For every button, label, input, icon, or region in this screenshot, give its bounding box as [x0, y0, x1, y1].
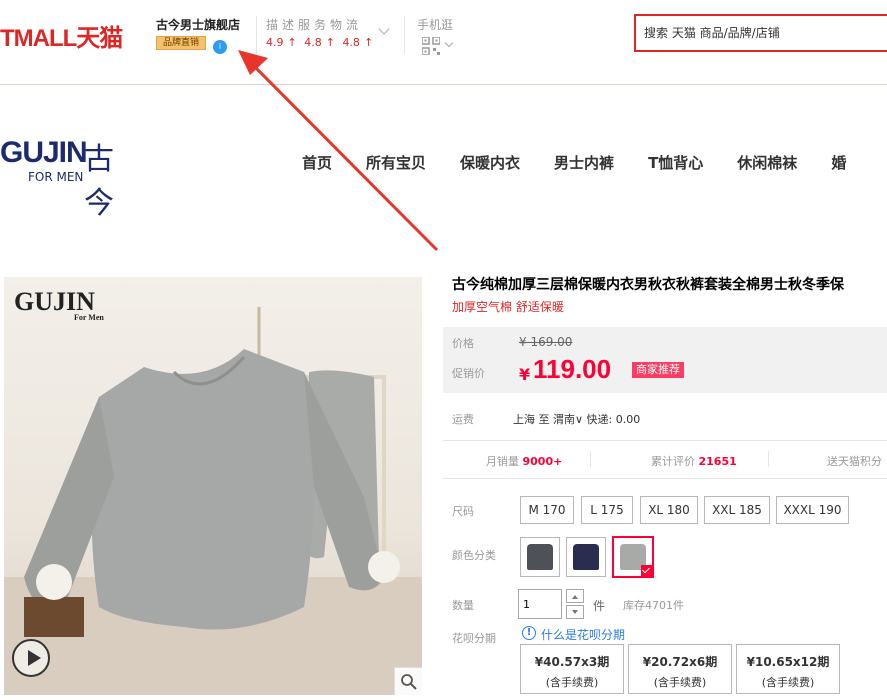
- divider: [404, 16, 405, 54]
- nav-item-tshirts[interactable]: T恤背心: [648, 152, 703, 173]
- divider: [590, 451, 591, 467]
- nav-item-thermal-underwear[interactable]: 保暖内衣: [460, 152, 520, 173]
- original-price: ¥ 169.00: [519, 335, 573, 349]
- mobile-browse-label[interactable]: 手机逛: [417, 16, 453, 33]
- zoom-button[interactable]: [394, 667, 422, 695]
- size-option[interactable]: L 175: [581, 496, 633, 524]
- nav-item-more[interactable]: 婚: [831, 152, 846, 173]
- nav-item-home[interactable]: 首页: [302, 152, 332, 173]
- plan-fee: (含手续费): [545, 676, 599, 689]
- color-swatch: [527, 544, 553, 570]
- color-option-charcoal[interactable]: [520, 537, 560, 577]
- store-info-icon[interactable]: i: [213, 40, 227, 54]
- up-arrow-icon: ↑: [363, 36, 374, 49]
- info-icon[interactable]: !: [522, 626, 536, 640]
- search-box[interactable]: [634, 14, 887, 52]
- search-input[interactable]: [636, 16, 887, 50]
- color-option-gray-selected[interactable]: [612, 536, 654, 578]
- promo-tag: 商家推荐: [632, 362, 684, 378]
- size-option[interactable]: XL 180: [640, 496, 698, 524]
- play-video-icon[interactable]: [12, 639, 50, 677]
- rating-values: 4.9 ↑ 4.8 ↑ 4.8 ↑: [266, 36, 377, 49]
- image-logo-text: GUJIN: [14, 287, 95, 316]
- store-name[interactable]: 古今男士旗舰店: [156, 16, 240, 33]
- plan-amount: ¥10.65x12期: [746, 655, 830, 669]
- size-option[interactable]: M 170: [520, 496, 574, 524]
- rating-service: 4.8: [304, 36, 322, 49]
- divider: [443, 440, 887, 441]
- search-icon: [401, 674, 417, 690]
- plan-amount: ¥40.57x3期: [534, 655, 610, 669]
- product-subtitle: 加厚空气棉 舒适保暖: [452, 300, 564, 314]
- up-arrow-icon: ↑: [287, 36, 297, 49]
- quantity-unit: 件: [593, 599, 606, 613]
- thermal-shirt-illustration: [4, 307, 422, 695]
- installment-help-link[interactable]: 什么是花呗分期: [541, 626, 625, 643]
- divider: [256, 16, 257, 54]
- original-price-label: 价格: [452, 337, 474, 350]
- rating-description: 4.9: [266, 36, 284, 49]
- monthly-sales-label: 月销量: [486, 455, 519, 468]
- tmall-points: 送天猫积分: [827, 453, 882, 469]
- store-nav: 首页 所有宝贝 保暖内衣 男士内裤 T恤背心 休闲棉袜 婚: [302, 152, 846, 173]
- rating-labels: 描述服务物流: [266, 18, 363, 32]
- monthly-sales-value: 9000+: [522, 455, 563, 468]
- rating-logistics: 4.8: [342, 36, 360, 49]
- points-label: 送天猫积分: [827, 455, 882, 468]
- color-swatch: [573, 544, 599, 570]
- shipping-info[interactable]: 上海 至 渭南∨ 快递: 0.00: [513, 411, 640, 427]
- product-main-image[interactable]: GUJIN For Men: [4, 277, 422, 695]
- qr-code-icon[interactable]: [422, 37, 440, 55]
- check-icon: [641, 565, 652, 576]
- monthly-sales: 月销量 9000+: [486, 453, 562, 469]
- brand-logo-sub: FOR MEN: [28, 170, 84, 184]
- quantity-increase-button[interactable]: [566, 589, 584, 603]
- size-option[interactable]: XXL 185: [704, 496, 770, 524]
- stock-count: 库存4701件: [623, 599, 684, 612]
- installment-label: 花呗分期: [452, 632, 496, 645]
- quantity-decrease-button[interactable]: [566, 605, 584, 619]
- nav-item-all-products[interactable]: 所有宝贝: [366, 152, 426, 173]
- chevron-down-icon[interactable]: [444, 38, 454, 48]
- brand-logo-cn: 古今: [84, 142, 114, 221]
- installment-plan-12[interactable]: ¥10.65x12期 (含手续费): [736, 644, 840, 694]
- brand-logo[interactable]: GUJIN 古今 FOR MEN: [0, 136, 114, 221]
- tmall-logo[interactable]: TMALL天猫: [0, 18, 123, 53]
- currency-symbol: ¥: [519, 365, 531, 384]
- quantity-label: 数量: [452, 599, 474, 612]
- chevron-down-icon[interactable]: [378, 23, 390, 35]
- quantity-input[interactable]: [518, 589, 562, 619]
- price-panel: [443, 327, 887, 393]
- header-divider: [0, 84, 887, 85]
- installment-plan-6[interactable]: ¥20.72x6期 (含手续费): [628, 644, 732, 694]
- shipping-label: 运费: [452, 413, 474, 426]
- total-reviews[interactable]: 累计评价 21651: [651, 453, 737, 469]
- promo-price-label: 促销价: [452, 367, 485, 380]
- color-option-navy[interactable]: [566, 537, 606, 577]
- size-option[interactable]: XXXL 190: [776, 496, 849, 524]
- divider: [443, 478, 887, 479]
- nav-item-socks[interactable]: 休闲棉袜: [737, 152, 797, 173]
- plan-amount: ¥20.72x6期: [642, 655, 718, 669]
- brand-logo-text: GUJIN: [0, 136, 88, 169]
- plan-fee: (含手续费): [653, 676, 707, 689]
- divider: [768, 451, 769, 467]
- plan-fee: (含手续费): [761, 676, 815, 689]
- size-label: 尺码: [452, 505, 474, 518]
- up-arrow-icon: ↑: [325, 36, 335, 49]
- image-logo-sub: For Men: [74, 313, 104, 322]
- image-brand-logo: GUJIN For Men: [14, 287, 104, 322]
- reviews-label: 累计评价: [651, 455, 695, 468]
- reviews-value: 21651: [698, 455, 737, 468]
- installment-plan-3[interactable]: ¥40.57x3期 (含手续费): [520, 644, 624, 694]
- product-title: 古今纯棉加厚三层棉保暖内衣男秋衣秋裤套装全棉男士秋冬季保: [452, 277, 844, 293]
- nav-item-mens-underwear[interactable]: 男士内裤: [554, 152, 614, 173]
- promo-price: 119.00: [533, 354, 612, 384]
- color-label: 颜色分类: [452, 549, 496, 562]
- store-badge: 品牌直销: [156, 36, 206, 50]
